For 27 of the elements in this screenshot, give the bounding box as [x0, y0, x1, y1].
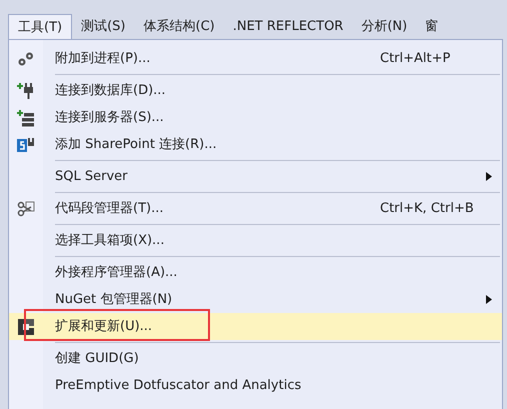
menu-item[interactable]: 添加 SharePoint 连接(R)...: [9, 131, 502, 158]
menu-item[interactable]: 附加到进程(P)... Ctrl+Alt+P: [9, 45, 502, 72]
menu-item[interactable]: 代码段管理器(T)... Ctrl+K, Ctrl+B: [9, 195, 502, 222]
menu-bar-item[interactable]: 窗: [416, 14, 448, 40]
submenu-arrow-icon: [486, 295, 492, 304]
menu-bar-item[interactable]: 测试(S): [72, 14, 134, 40]
menu-item[interactable]: 选择工具箱项(X)...: [9, 227, 502, 254]
menu-item[interactable]: 连接到数据库(D)...: [9, 77, 502, 104]
plug-plus-icon: [17, 82, 35, 100]
menu-item[interactable]: PreEmptive Dotfuscator and Analytics: [9, 372, 502, 399]
menu-item[interactable]: 创建 GUID(G): [9, 345, 502, 372]
server-plus-icon: [17, 108, 35, 126]
scissors-icon: [17, 200, 35, 216]
menu-item[interactable]: SQL Server: [9, 163, 502, 190]
shortcut-text: Ctrl+Alt+P: [380, 50, 452, 68]
menu-bar-item[interactable]: 体系结构(C): [134, 14, 224, 40]
submenu-arrow-icon: [486, 172, 492, 181]
gears-icon: [17, 50, 35, 66]
menu-bar-item[interactable]: 分析(N): [352, 14, 416, 40]
menu-bar-item[interactable]: .NET REFLECTOR: [224, 14, 352, 40]
menu-bar-item[interactable]: 工具(T): [8, 14, 72, 40]
menu-item[interactable]: NuGet 包管理器(N): [9, 286, 502, 313]
menu-item[interactable]: 连接到服务器(S)...: [9, 104, 502, 131]
extension-icon: [18, 318, 34, 334]
shortcut-text: Ctrl+K, Ctrl+B: [380, 200, 475, 218]
sharepoint-icon: [17, 136, 35, 152]
menu-item[interactable]: 外接程序管理器(A)...: [9, 259, 502, 286]
